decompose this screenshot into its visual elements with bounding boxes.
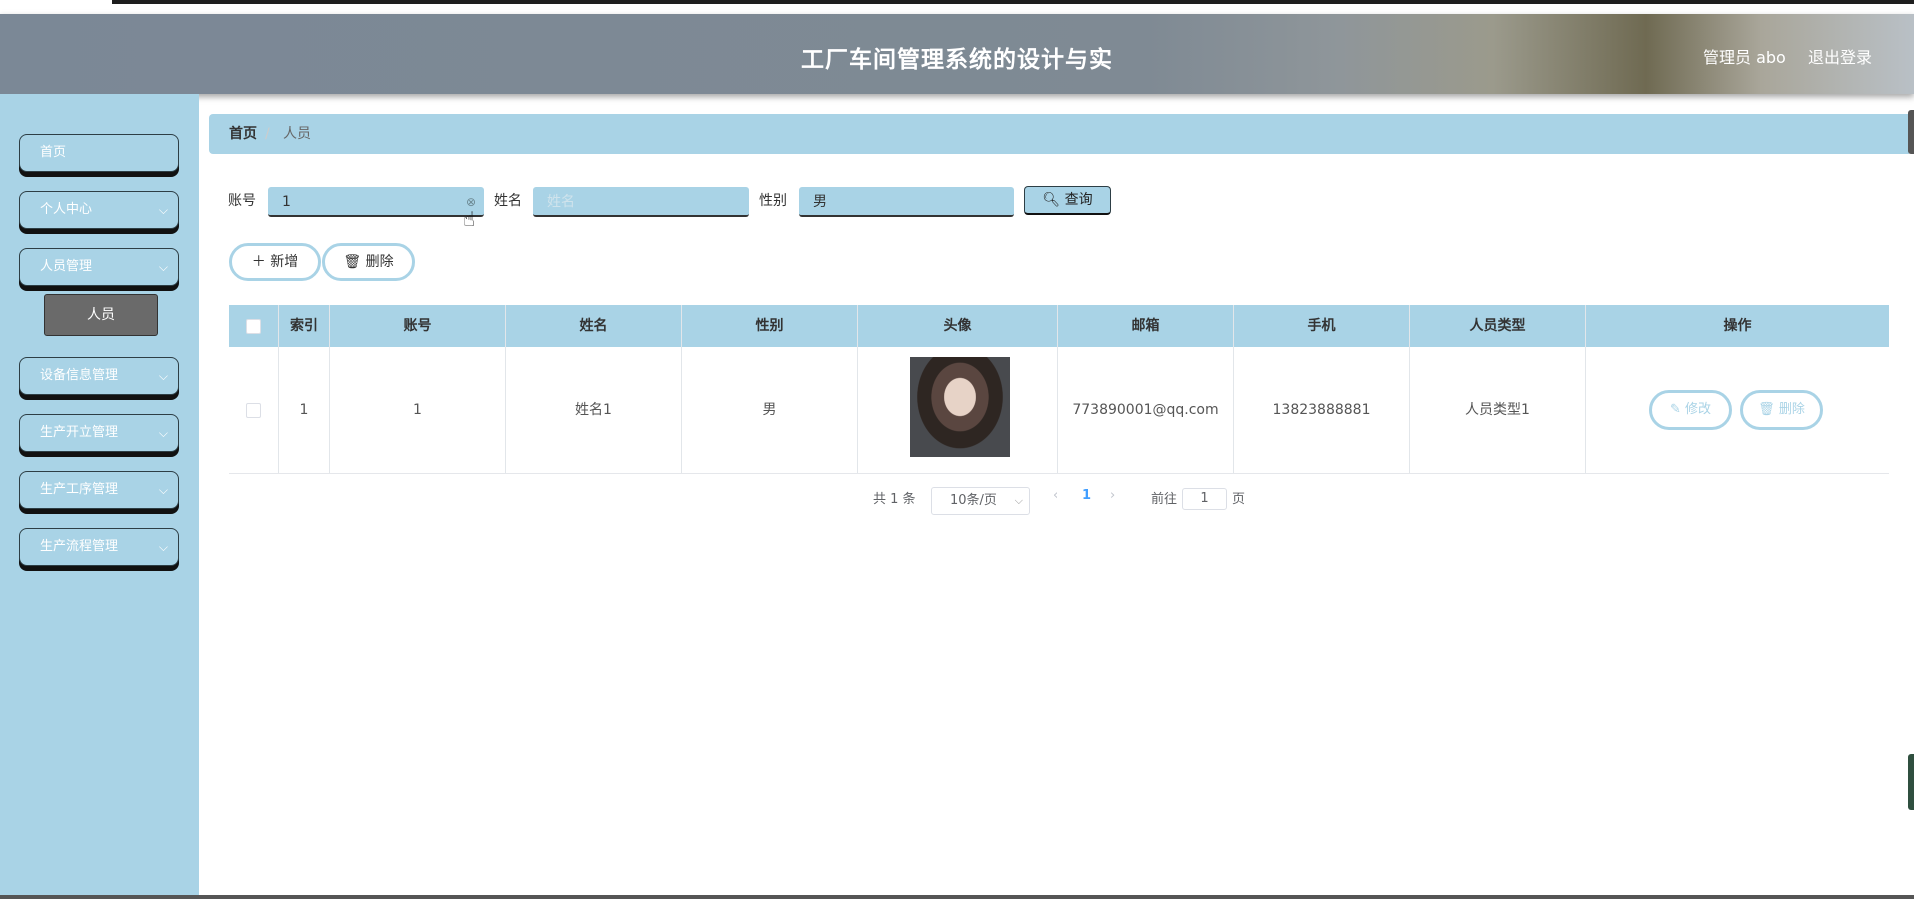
row-delete-button-label: 删除	[1778, 402, 1805, 417]
goto-label: 前往	[1151, 492, 1178, 507]
col-header-avatar: 头像	[858, 305, 1058, 347]
sidebar-item-label: 人员管理	[40, 259, 93, 274]
next-page-icon[interactable]: ›	[1110, 488, 1115, 503]
edit-button-label: 修改	[1685, 402, 1712, 417]
sidebar: 首页 个人中心 ⌵ 人员管理 ⌵ 人员 设备信息管理 ⌵ 生产开立管理 ⌵ 生产工序管理…	[0, 94, 199, 895]
goto-page-input[interactable]: 1	[1182, 488, 1227, 510]
breadcrumb-separator: /	[265, 126, 270, 142]
chevron-down-icon: ⌵	[158, 483, 168, 497]
pencil-icon: ✎	[1669, 402, 1681, 417]
account-label: 账号	[228, 193, 256, 209]
page-number-current[interactable]: 1	[1082, 488, 1091, 503]
table-row: 1 1 姓名1 男 773890001@qq.com 13823888881 人…	[229, 347, 1889, 474]
sidebar-item-production-process[interactable]: 生产工序管理 ⌵	[19, 471, 179, 509]
row-select-cell	[229, 347, 279, 473]
cell-phone: 13823888881	[1234, 347, 1410, 473]
sidebar-item-label: 个人中心	[40, 202, 93, 217]
breadcrumb-current: 人员	[283, 126, 311, 142]
prev-page-icon[interactable]: ‹	[1053, 488, 1058, 503]
chevron-down-icon: ⌵	[1014, 494, 1023, 507]
gender-select[interactable]: 男	[799, 187, 1014, 217]
sidebar-item-label: 生产工序管理	[40, 482, 119, 497]
logout-link[interactable]: 退出登录	[1808, 44, 1872, 68]
account-input-value: 1	[282, 194, 291, 210]
cell-gender: 男	[682, 347, 858, 473]
top-bar-line	[112, 0, 1914, 4]
trash-icon: 🗑︎	[343, 254, 362, 270]
sidebar-item-equipment[interactable]: 设备信息管理 ⌵	[19, 357, 179, 395]
row-delete-button[interactable]: 🗑︎ 删除	[1740, 390, 1823, 430]
sidebar-item-personal-center[interactable]: 个人中心 ⌵	[19, 191, 179, 229]
user-label: 管理员 abo	[1703, 48, 1786, 67]
trash-icon: 🗑︎	[1758, 402, 1775, 417]
page-size-value: 10条/页	[950, 493, 997, 508]
table-header: 索引 账号 姓名 性别 头像 邮箱 手机 人员类型 操作	[229, 305, 1889, 347]
col-header-account: 账号	[330, 305, 506, 347]
chevron-down-icon: ⌵	[158, 203, 168, 217]
header-bar: 工厂车间管理系统的设计与实 管理员 abo 退出登录	[0, 14, 1914, 94]
cell-actions: ✎ 修改 🗑︎ 删除	[1586, 347, 1889, 473]
cell-index: 1	[279, 347, 330, 473]
app-title: 工厂车间管理系统的设计与实	[801, 47, 1113, 73]
chevron-down-icon: ⌵	[158, 260, 168, 274]
name-input[interactable]: 姓名	[533, 187, 749, 217]
chevron-down-icon: ⌵	[158, 369, 168, 383]
gender-select-value: 男	[813, 194, 827, 210]
delete-button-label: 删除	[365, 254, 394, 270]
scrollbar-thumb[interactable]	[1908, 754, 1914, 810]
cell-type: 人员类型1	[1410, 347, 1586, 473]
name-input-placeholder: 姓名	[547, 194, 575, 210]
name-label: 姓名	[494, 193, 522, 209]
add-button-label: 新增	[270, 254, 299, 270]
col-header-index: 索引	[279, 305, 330, 347]
sidebar-item-staff-management[interactable]: 人员管理 ⌵	[19, 248, 179, 286]
avatar[interactable]	[910, 357, 1010, 457]
search-button-label: 查询	[1064, 192, 1093, 208]
bottom-bar	[0, 895, 1914, 899]
col-header-name: 姓名	[506, 305, 682, 347]
breadcrumb: 首页 / 人员	[209, 114, 1909, 154]
page-suffix: 页	[1232, 492, 1246, 507]
col-header-actions: 操作	[1723, 318, 1752, 334]
sidebar-item-label: 设备信息管理	[40, 368, 119, 383]
pagination-total: 共 1 条	[873, 492, 916, 507]
col-header-gender: 性别	[682, 305, 858, 347]
add-button[interactable]: ＋ 新增	[229, 243, 321, 281]
browser-top-strip	[0, 0, 1914, 14]
search-icon: 🔍︎	[1042, 192, 1061, 208]
search-button[interactable]: 🔍︎ 查询	[1024, 186, 1111, 215]
cell-name: 姓名1	[506, 347, 682, 473]
right-edge-handle	[1908, 110, 1914, 154]
chevron-down-icon: ⌵	[158, 540, 168, 554]
row-checkbox[interactable]	[246, 402, 261, 418]
sidebar-item-label: 生产流程管理	[40, 539, 119, 554]
sidebar-item-label: 生产开立管理	[40, 425, 119, 440]
sidebar-item-production-order[interactable]: 生产开立管理 ⌵	[19, 414, 179, 452]
account-input[interactable]: 1 ⊗	[268, 187, 484, 217]
breadcrumb-home[interactable]: 首页	[229, 114, 257, 154]
sidebar-item-home[interactable]: 首页	[19, 134, 179, 172]
cell-email: 773890001@qq.com	[1058, 347, 1234, 473]
sidebar-item-label: 首页	[40, 145, 67, 160]
col-header-phone: 手机	[1234, 305, 1410, 347]
edit-button[interactable]: ✎ 修改	[1649, 390, 1732, 430]
cell-avatar	[858, 347, 1058, 473]
plus-icon: ＋	[251, 254, 266, 270]
sidebar-subitem-staff[interactable]: 人员	[44, 294, 158, 336]
select-all-checkbox[interactable]	[246, 318, 261, 334]
cell-account: 1	[330, 347, 506, 473]
page-size-select[interactable]: 10条/页 ⌵	[931, 487, 1030, 515]
col-header-email: 邮箱	[1058, 305, 1234, 347]
select-all-cell	[229, 305, 279, 347]
delete-button[interactable]: 🗑︎ 删除	[322, 243, 415, 281]
sidebar-item-production-flow[interactable]: 生产流程管理 ⌵	[19, 528, 179, 566]
col-header-type: 人员类型	[1410, 305, 1586, 347]
chevron-down-icon: ⌵	[158, 426, 168, 440]
gender-label: 性别	[759, 193, 787, 209]
hand-cursor-icon: ☝	[463, 207, 476, 231]
